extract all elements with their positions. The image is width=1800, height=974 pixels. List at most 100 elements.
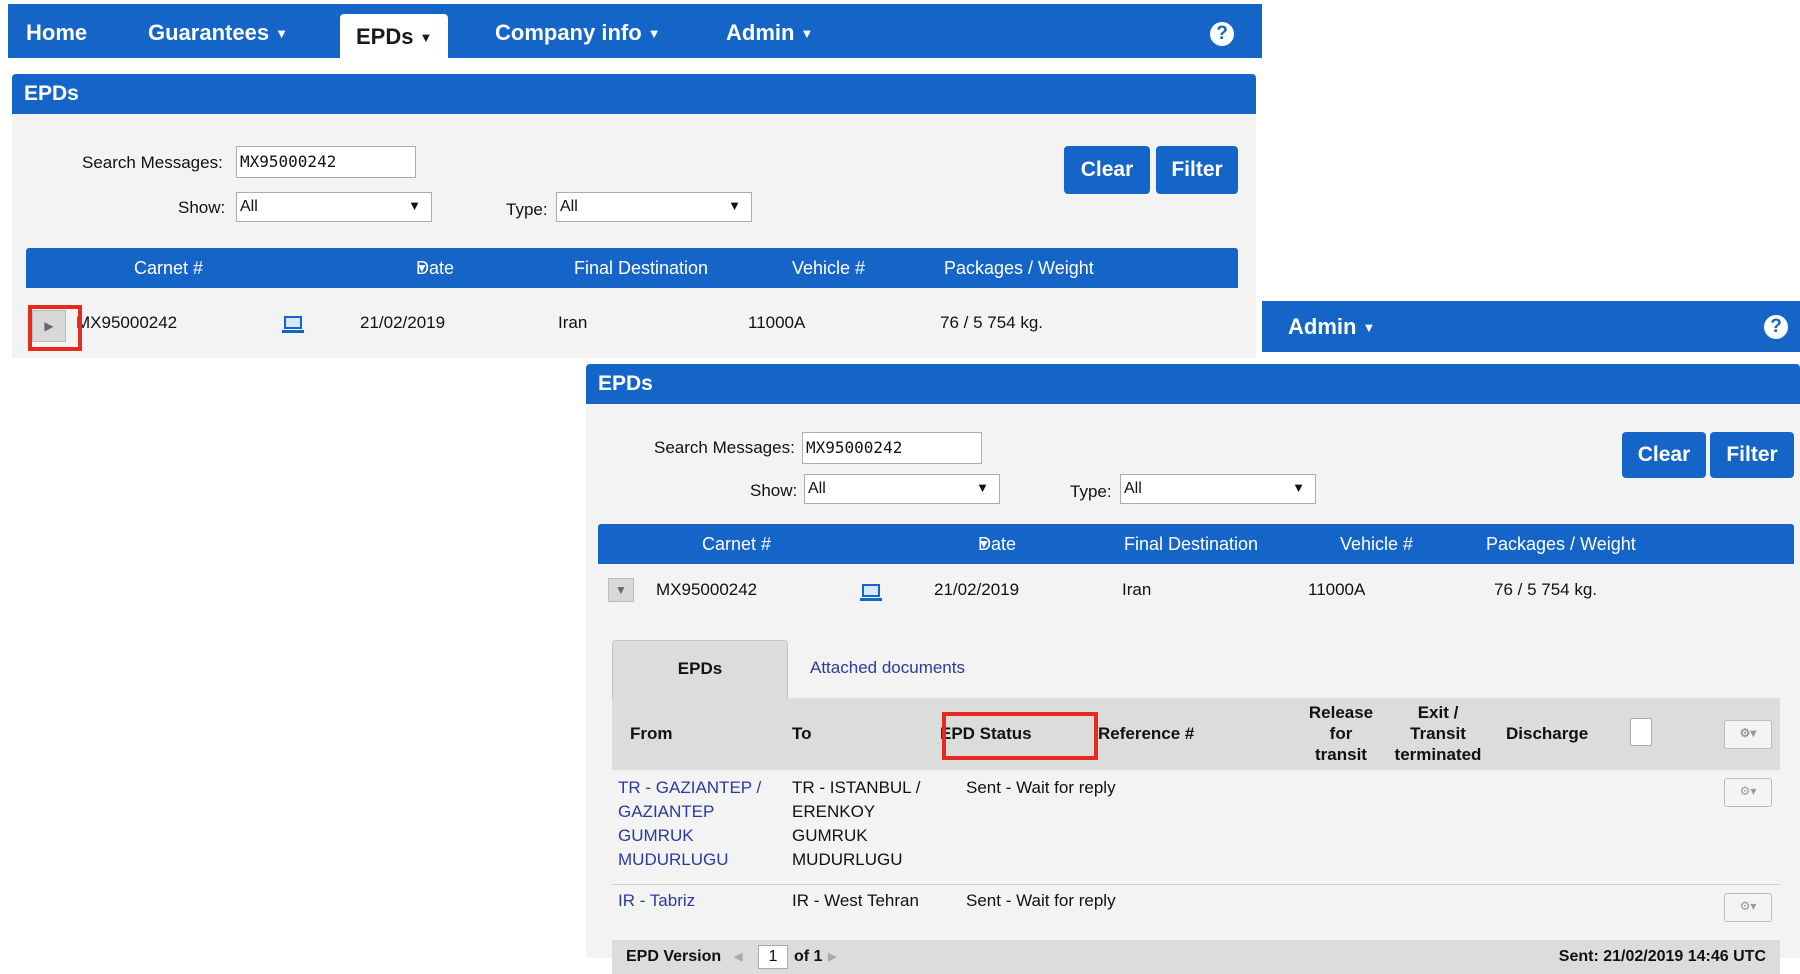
dropdown-caret-icon: ▼ [800, 26, 814, 41]
grid-header: Carnet # Date ▼ Final Destination Vehicl… [26, 248, 1238, 288]
dropdown-caret-icon: ▼ [275, 26, 288, 41]
row-final-destination: Iran [1122, 580, 1152, 599]
panel-title: EPDs [586, 364, 1800, 404]
table-row[interactable]: ▶ MX95000242 21/02/2019 Iran 11000A 76 /… [26, 288, 1238, 358]
epd-status: Sent - Wait for reply [966, 891, 1116, 910]
type-select[interactable]: All ▼ [556, 192, 752, 222]
show-label: Show: [178, 198, 226, 217]
col-release-for-transit[interactable]: Release for transit [1300, 702, 1382, 765]
help-icon[interactable]: ? [1764, 315, 1788, 339]
filter-button[interactable]: Filter [1710, 432, 1794, 478]
col-to[interactable]: To [792, 724, 812, 744]
dropdown-caret-icon: ▼ [976, 480, 989, 495]
epd-row[interactable]: IR - Tabriz IR - West Tehran Sent - Wait… [612, 885, 1780, 942]
nav-epds[interactable]: EPDs ▼ [340, 14, 449, 62]
col-carnet[interactable]: Carnet # [702, 524, 771, 564]
highlight-expand [28, 305, 82, 351]
bottom-panel: EPDs Search Messages: MX95000242 Show: A… [586, 364, 1800, 974]
col-exit-transit-terminated[interactable]: Exit / Transit terminated [1384, 702, 1492, 765]
sent-timestamp: Sent: 21/02/2019 14:46 UTC [1558, 948, 1766, 965]
nav-admin-label: Admin [1288, 314, 1357, 339]
show-select[interactable]: All ▼ [236, 192, 432, 222]
epd-table-body: TR - GAZIANTEP / GAZIANTEP GUMRUK MUDURL… [612, 770, 1780, 958]
col-final-destination[interactable]: Final Destination [1124, 524, 1258, 564]
search-messages-label: Search Messages: [654, 438, 795, 457]
show-label: Show: [750, 481, 798, 500]
next-page-icon[interactable]: ▶ [828, 940, 836, 974]
dropdown-caret-icon: ▼ [647, 26, 661, 41]
tab-epds[interactable]: EPDs [612, 640, 788, 699]
page-total: of 1 [794, 948, 823, 965]
copy-document-icon[interactable] [1630, 718, 1652, 746]
carnet-number: MX95000242 [76, 313, 178, 332]
highlight-epd-status [942, 712, 1098, 760]
nav-home[interactable]: Home [26, 4, 87, 62]
dropdown-caret-icon: ▼ [728, 198, 741, 213]
epd-status: Sent - Wait for reply [966, 778, 1116, 797]
from-location-link[interactable]: IR - Tabriz [618, 889, 695, 913]
prev-page-icon[interactable]: ◀ [734, 940, 742, 974]
nav-guarantees-label: Guarantees [148, 20, 270, 45]
row-vehicle: 11000A [748, 313, 806, 332]
help-icon[interactable]: ? [1210, 22, 1234, 46]
search-messages-label: Search Messages: [82, 153, 223, 172]
clear-button[interactable]: Clear [1064, 146, 1150, 194]
nav-admin-label: Admin [726, 20, 795, 45]
sort-caret-icon: ▼ [978, 537, 990, 551]
nav-company-info[interactable]: Company info ▼ [495, 4, 661, 62]
panel-title: EPDs [12, 74, 1256, 114]
col-final-destination[interactable]: Final Destination [574, 248, 708, 288]
tab-attached-documents[interactable]: Attached documents [810, 658, 965, 678]
col-vehicle[interactable]: Vehicle # [792, 248, 865, 288]
row-date: 21/02/2019 [360, 313, 446, 332]
monitor-icon[interactable] [282, 316, 304, 333]
col-vehicle[interactable]: Vehicle # [1340, 524, 1413, 564]
monitor-icon[interactable] [860, 584, 882, 601]
search-input[interactable]: MX95000242 [236, 146, 416, 178]
col-packages[interactable]: Packages / Weight [1486, 524, 1636, 564]
show-select[interactable]: All ▼ [804, 474, 1000, 504]
nav-admin[interactable]: Admin ▼ [1288, 301, 1375, 352]
page-input[interactable]: 1 [758, 945, 788, 969]
row-vehicle: 11000A [1308, 580, 1366, 599]
carnet-number: MX95000242 [656, 580, 758, 599]
top-navbar: Home Guarantees ▼ EPDs ▼ Company info ▼ Adm… [8, 4, 1262, 62]
type-select-value: All [1124, 480, 1142, 497]
gear-icon[interactable]: ⚙▾ [1724, 893, 1772, 922]
top-panel: EPDs Search Messages: MX95000242 Show: A… [12, 74, 1256, 358]
filter-button[interactable]: Filter [1156, 146, 1238, 194]
epd-table-header: From To EPD Status Reference # Release f… [612, 698, 1780, 770]
col-reference[interactable]: Reference # [1098, 724, 1194, 744]
type-select-value: All [560, 198, 578, 215]
gear-icon[interactable]: ⚙▾ [1724, 778, 1772, 807]
collapse-arrow-icon[interactable]: ▼ [608, 578, 634, 602]
col-carnet[interactable]: Carnet # [134, 248, 203, 288]
dropdown-caret-icon: ▼ [1362, 320, 1376, 335]
from-location-link[interactable]: TR - GAZIANTEP / GAZIANTEP GUMRUK MUDURL… [618, 776, 778, 872]
dropdown-caret-icon: ▼ [419, 30, 433, 45]
col-from[interactable]: From [630, 724, 673, 744]
table-row-expanded[interactable]: ▼ MX95000242 21/02/2019 Iran 11000A 76 /… [598, 564, 1794, 616]
dropdown-caret-icon: ▼ [1292, 480, 1305, 495]
gear-icon[interactable]: ⚙▾ [1724, 720, 1772, 749]
to-location: IR - West Tehran [792, 891, 919, 910]
show-select-value: All [808, 480, 826, 497]
nav-admin[interactable]: Admin ▼ [726, 4, 813, 62]
col-packages[interactable]: Packages / Weight [944, 248, 1094, 288]
to-location: TR - ISTANBUL / ERENKOY GUMRUK MUDURLUGU [792, 778, 921, 869]
type-select[interactable]: All ▼ [1120, 474, 1316, 504]
type-label: Type: [1070, 482, 1112, 501]
row-date: 21/02/2019 [934, 580, 1020, 599]
type-label: Type: [506, 200, 548, 219]
search-input[interactable]: MX95000242 [802, 432, 982, 464]
row-final-destination: Iran [558, 313, 588, 332]
epd-version-footer: EPD Version ◀ 1 of 1 ▶ Sent: 21/02/2019 … [612, 940, 1780, 974]
epd-version-label: EPD Version [626, 948, 722, 965]
show-select-value: All [240, 198, 258, 215]
nav-guarantees[interactable]: Guarantees ▼ [148, 4, 288, 62]
nav-epds-label: EPDs [356, 24, 414, 49]
col-discharge[interactable]: Discharge [1506, 724, 1588, 744]
row-packages: 76 / 5 754 kg. [940, 313, 1044, 332]
clear-button[interactable]: Clear [1622, 432, 1706, 478]
epd-row[interactable]: TR - GAZIANTEP / GAZIANTEP GUMRUK MUDURL… [612, 770, 1780, 885]
